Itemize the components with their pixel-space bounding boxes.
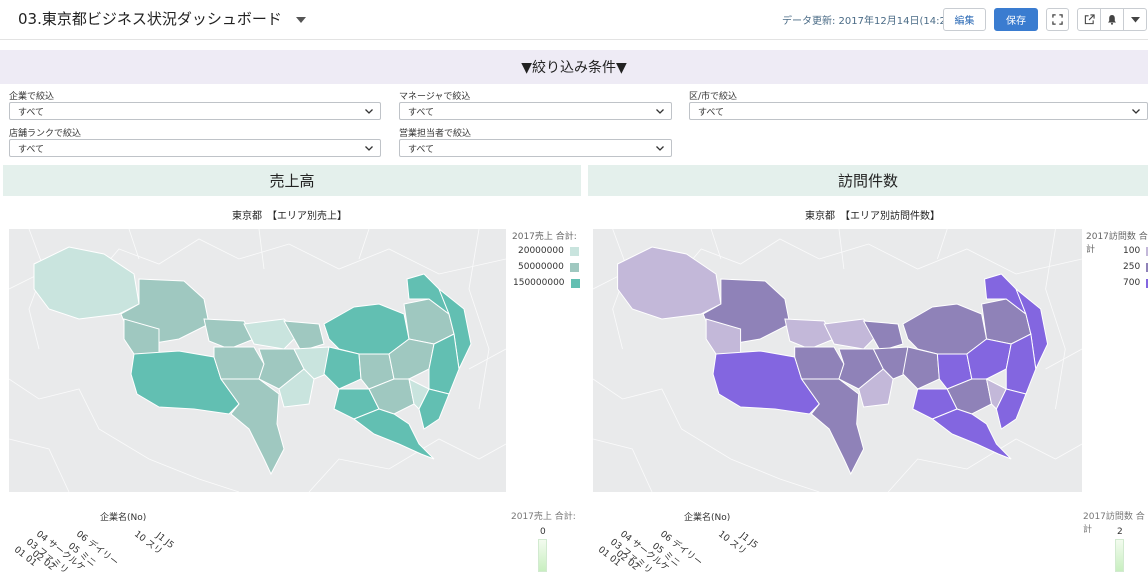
- sales-legend-item[interactable]: 50000000: [518, 262, 579, 272]
- sales-lower-sum-label: 2017売上 合計:: [511, 512, 576, 522]
- sales-company-axis: 04 サークルケ 06 デイリー 03 ファミリ 05 ミニ 10 スリ J1 …: [0, 527, 190, 572]
- chevron-down-icon: [656, 146, 664, 151]
- filter-label-manager: マネージャで絞込: [399, 92, 471, 102]
- more-menu-button[interactable]: [1124, 9, 1146, 30]
- company-filter-select[interactable]: すべて: [9, 102, 381, 120]
- save-button[interactable]: 保存: [994, 8, 1038, 31]
- action-icon-group: [1077, 8, 1147, 31]
- store-rank-filter-value: すべて: [18, 144, 45, 155]
- store-rank-filter-select[interactable]: すべて: [9, 139, 381, 157]
- dashboard-title: 03.東京都ビジネス状況ダッシュボード: [18, 10, 282, 28]
- visits-color-scale: [1115, 539, 1124, 572]
- visits-lower-scale-value: 2: [1117, 527, 1123, 537]
- visits-legend-item[interactable]: 250: [1123, 262, 1148, 272]
- legend-swatch: [569, 246, 579, 256]
- visits-company-label: 企業名(No): [684, 513, 731, 523]
- sales-legend-label: 150000000: [513, 278, 565, 288]
- manager-filter-select[interactable]: すべて: [399, 102, 672, 120]
- filter-label-sales-rep: 営業担当者で絞込: [399, 129, 472, 139]
- chevron-down-icon: [656, 109, 664, 114]
- sales-rep-filter-value: すべて: [408, 144, 435, 155]
- filter-label-company: 企業で絞込: [9, 92, 55, 102]
- visits-lower-sum-label: 2017訪問数 合計: [1083, 512, 1145, 535]
- filter-label-store-rank: 店舗ランクで絞込: [9, 129, 82, 139]
- share-button[interactable]: [1078, 9, 1101, 30]
- visits-map[interactable]: [593, 229, 1082, 492]
- dashboard-title-dropdown[interactable]: 03.東京都ビジネス状況ダッシュボード: [18, 8, 306, 29]
- ward-filter-value: すべて: [698, 107, 725, 118]
- sales-choropleth: [9, 229, 506, 492]
- edit-button[interactable]: 編集: [943, 8, 986, 31]
- legend-swatch: [570, 278, 580, 288]
- sales-legend-label: 50000000: [518, 262, 564, 272]
- sales-company-label: 企業名(No): [100, 513, 147, 523]
- sales-legend-item[interactable]: 20000000: [518, 246, 579, 256]
- chevron-down-icon: [365, 109, 373, 114]
- visits-legend-item[interactable]: 700: [1123, 278, 1148, 288]
- visits-legend-label: 100: [1123, 246, 1141, 256]
- manager-filter-value: すべて: [408, 107, 435, 118]
- visits-legend-item[interactable]: 100: [1123, 246, 1148, 256]
- caret-down-icon: [295, 16, 306, 23]
- sales-rep-filter-select[interactable]: すべて: [399, 139, 672, 157]
- sales-panel-heading: 売上高: [3, 165, 581, 196]
- expand-icon: [1052, 14, 1063, 25]
- sales-color-scale: [538, 539, 547, 572]
- expand-button[interactable]: [1046, 8, 1069, 31]
- caret-down-icon: [1130, 16, 1140, 22]
- legend-swatch: [569, 262, 579, 272]
- visits-panel-heading: 訪問件数: [588, 165, 1148, 196]
- notification-button[interactable]: [1101, 9, 1124, 30]
- share-icon: [1084, 14, 1095, 25]
- sales-map-title: 東京都 【エリア別売上】: [232, 211, 347, 222]
- chevron-down-icon: [1132, 109, 1140, 114]
- visits-legend-label: 250: [1123, 262, 1141, 272]
- filter-heading: ▼絞り込み条件▼: [521, 60, 627, 76]
- chevron-down-icon: [365, 146, 373, 151]
- sales-lower-scale-value: 0: [540, 527, 546, 537]
- company-filter-value: すべて: [18, 107, 45, 118]
- visits-company-axis: 04 サークルケ 06 デイリー 03 ファミリ 05 ミニ 10 スリ J1 …: [584, 527, 774, 572]
- bell-icon: [1108, 15, 1116, 25]
- visits-legend-label: 700: [1123, 278, 1141, 288]
- visits-choropleth: [593, 229, 1082, 492]
- data-updated-text: データ更新: 2017年12月14日(14:27): [782, 16, 957, 27]
- filter-label-ward: 区/市で絞込: [689, 92, 738, 102]
- sales-legend-item[interactable]: 150000000: [513, 278, 580, 288]
- visits-map-title: 東京都 【エリア別訪問件数】: [805, 211, 940, 222]
- sales-map[interactable]: [9, 229, 506, 492]
- filter-section-header: ▼絞り込み条件▼: [0, 50, 1148, 84]
- sales-legend-title: 2017売上 合計:: [512, 232, 577, 242]
- top-bar: 03.東京都ビジネス状況ダッシュボード データ更新: 2017年12月14日(1…: [0, 0, 1148, 40]
- ward-filter-select[interactable]: すべて: [689, 102, 1148, 120]
- sales-legend-label: 20000000: [518, 246, 564, 256]
